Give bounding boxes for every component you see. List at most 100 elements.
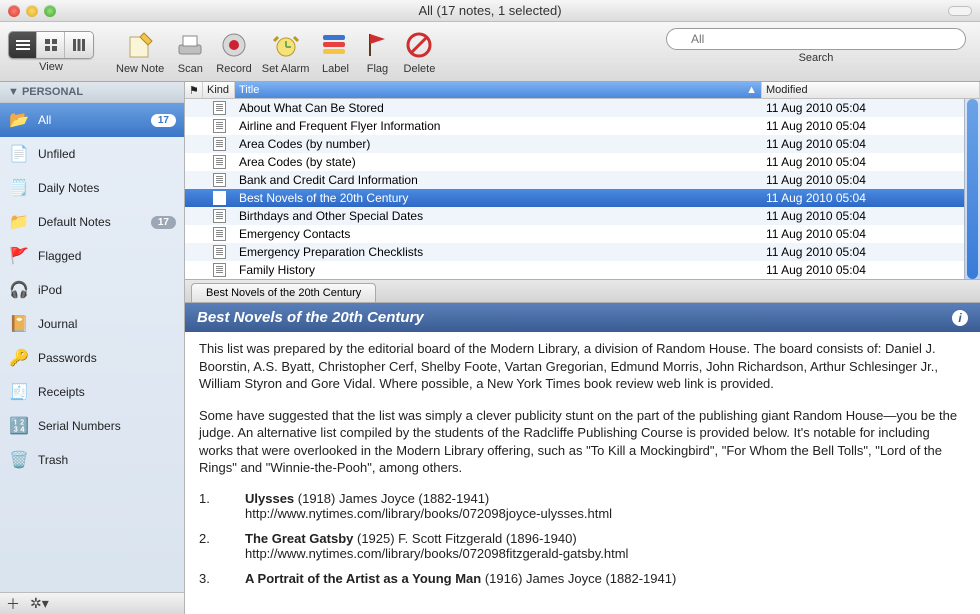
note-paragraph-1: This list was prepared by the editorial …	[199, 340, 966, 393]
label-group[interactable]: Label	[319, 29, 351, 75]
window-title: All (17 notes, 1 selected)	[0, 3, 980, 18]
sidebar-item-unfiled[interactable]: 📄 Unfiled	[0, 137, 184, 171]
title-bar: All (17 notes, 1 selected)	[0, 0, 980, 22]
sidebar-item-default-notes[interactable]: 📁 Default Notes 17	[0, 205, 184, 239]
sidebar-item-all[interactable]: 📂 All 17	[0, 103, 184, 137]
flag-icon	[361, 29, 393, 61]
sidebar-item-icon: 🔑	[8, 347, 30, 369]
note-row-modified: 11 Aug 2010 05:04	[762, 119, 980, 133]
note-row-title: About What Can Be Stored	[235, 101, 762, 115]
sidebar-item-daily-notes[interactable]: 🗒️ Daily Notes	[0, 171, 184, 205]
document-icon	[213, 101, 226, 115]
col-flag[interactable]: ⚑	[185, 82, 203, 98]
entry-meta: (1918) James Joyce (1882-1941)	[294, 491, 489, 506]
sidebar-item-icon: 🗒️	[8, 177, 30, 199]
entry-link[interactable]: http://www.nytimes.com/library/books/072…	[245, 506, 612, 521]
sidebar-item-passwords[interactable]: 🔑 Passwords	[0, 341, 184, 375]
note-row[interactable]: Area Codes (by number) 11 Aug 2010 05:04	[185, 135, 980, 153]
scrollbar-thumb[interactable]	[967, 99, 978, 279]
note-tab[interactable]: Best Novels of the 20th Century	[191, 283, 376, 302]
note-row-title: Best Novels of the 20th Century	[235, 191, 762, 205]
alarm-group[interactable]: Set Alarm	[262, 29, 310, 75]
scan-icon	[174, 29, 206, 61]
col-kind[interactable]: Kind	[203, 82, 235, 98]
label-icon	[319, 29, 351, 61]
sort-asc-icon: ▲	[746, 84, 757, 96]
new-note-group[interactable]: New Note	[116, 29, 164, 75]
sidebar-section-header[interactable]: ▼ PERSONAL	[0, 82, 184, 103]
sidebar-footer: ＋ ✲▾	[0, 592, 184, 614]
entry-title: The Great Gatsby	[245, 531, 353, 546]
note-row[interactable]: Area Codes (by state) 11 Aug 2010 05:04	[185, 153, 980, 171]
document-icon	[213, 119, 226, 133]
new-note-label: New Note	[116, 63, 164, 75]
delete-icon	[403, 29, 435, 61]
sidebar-item-label: Daily Notes	[38, 181, 176, 195]
sidebar-item-ipod[interactable]: 🎧 iPod	[0, 273, 184, 307]
entry-meta: (1925) F. Scott Fitzgerald (1896-1940)	[353, 531, 576, 546]
note-row[interactable]: Emergency Contacts 11 Aug 2010 05:04	[185, 225, 980, 243]
view-grid-button[interactable]	[37, 32, 65, 58]
record-label: Record	[216, 63, 251, 75]
view-column-button[interactable]	[65, 32, 93, 58]
label-label: Label	[322, 63, 349, 75]
note-row[interactable]: Emergency Preparation Checklists 11 Aug …	[185, 243, 980, 261]
record-group[interactable]: Record	[216, 29, 251, 75]
note-content[interactable]: This list was prepared by the editorial …	[185, 332, 980, 614]
note-row-title: Emergency Contacts	[235, 227, 762, 241]
view-label: View	[39, 61, 63, 73]
note-row[interactable]: Best Novels of the 20th Century 11 Aug 2…	[185, 189, 980, 207]
note-row[interactable]: Airline and Frequent Flyer Information 1…	[185, 117, 980, 135]
sidebar-item-label: Trash	[38, 453, 176, 467]
note-paragraph-2: Some have suggested that the list was si…	[199, 407, 966, 477]
flag-group[interactable]: Flag	[361, 29, 393, 75]
sidebar-item-icon: 📂	[8, 109, 30, 131]
note-list[interactable]: About What Can Be Stored 11 Aug 2010 05:…	[185, 99, 980, 279]
document-icon	[213, 245, 226, 259]
sidebar-item-serial-numbers[interactable]: 🔢 Serial Numbers	[0, 409, 184, 443]
document-icon	[213, 137, 226, 151]
search-label: Search	[799, 52, 834, 64]
note-row[interactable]: Birthdays and Other Special Dates 11 Aug…	[185, 207, 980, 225]
entry-number: 1.	[199, 491, 245, 521]
col-title[interactable]: Title▲	[235, 82, 762, 98]
sidebar-item-badge: 17	[151, 114, 176, 127]
note-row[interactable]: Family History 11 Aug 2010 05:04	[185, 261, 980, 279]
entry-title: Ulysses	[245, 491, 294, 506]
note-title-bar: Best Novels of the 20th Century i	[185, 303, 980, 332]
note-row[interactable]: Bank and Credit Card Information 11 Aug …	[185, 171, 980, 189]
sidebar-item-icon: 📄	[8, 143, 30, 165]
sidebar-item-icon: 📔	[8, 313, 30, 335]
document-icon	[213, 173, 226, 187]
entry-number: 3.	[199, 571, 245, 586]
delete-group[interactable]: Delete	[403, 29, 435, 75]
note-row-modified: 11 Aug 2010 05:04	[762, 191, 980, 205]
note-row-title: Emergency Preparation Checklists	[235, 245, 762, 259]
sidebar-item-receipts[interactable]: 🧾 Receipts	[0, 375, 184, 409]
add-button[interactable]: ＋	[6, 594, 20, 614]
note-row-modified: 11 Aug 2010 05:04	[762, 173, 980, 187]
sidebar-item-trash[interactable]: 🗑️ Trash	[0, 443, 184, 477]
view-list-button[interactable]	[9, 32, 37, 58]
entry-title: A Portrait of the Artist as a Young Man	[245, 571, 481, 586]
action-menu-button[interactable]: ✲▾	[30, 595, 49, 612]
document-icon	[213, 209, 226, 223]
sidebar-item-label: Serial Numbers	[38, 419, 176, 433]
scan-group[interactable]: Scan	[174, 29, 206, 75]
sidebar-item-label: Flagged	[38, 249, 176, 263]
note-row[interactable]: About What Can Be Stored 11 Aug 2010 05:…	[185, 99, 980, 117]
sidebar-item-icon: 🗑️	[8, 449, 30, 471]
col-modified[interactable]: Modified	[762, 82, 980, 98]
entry-meta: (1916) James Joyce (1882-1941)	[481, 571, 676, 586]
search-input[interactable]	[666, 28, 966, 50]
note-row-modified: 11 Aug 2010 05:04	[762, 209, 980, 223]
delete-label: Delete	[404, 63, 436, 75]
note-row-modified: 11 Aug 2010 05:04	[762, 137, 980, 151]
sidebar-item-journal[interactable]: 📔 Journal	[0, 307, 184, 341]
entry-number: 2.	[199, 531, 245, 561]
sidebar-item-flagged[interactable]: 🚩 Flagged	[0, 239, 184, 273]
toolbar-toggle-pill[interactable]	[948, 6, 972, 16]
info-icon[interactable]: i	[952, 310, 968, 326]
entry-link[interactable]: http://www.nytimes.com/library/books/072…	[245, 546, 628, 561]
list-entry: 3. A Portrait of the Artist as a Young M…	[199, 571, 966, 586]
